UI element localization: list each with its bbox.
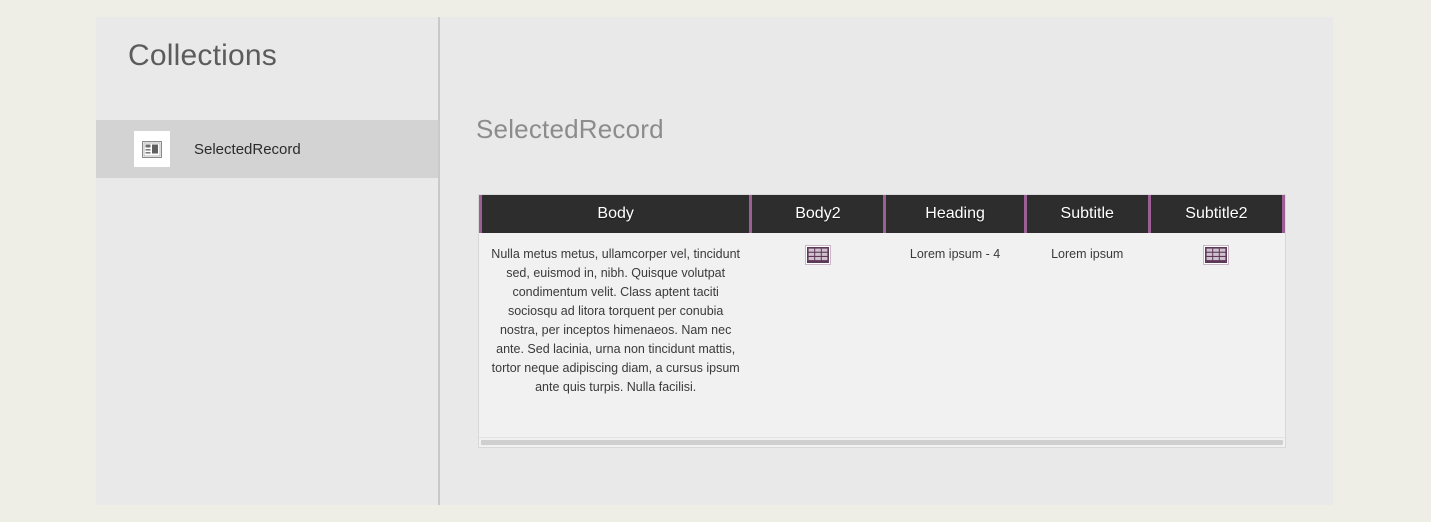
collection-data-table: Body Body2 Heading Subtitle Subtitle2 Nu… <box>478 194 1286 448</box>
table-horizontal-scrollbar[interactable] <box>479 437 1285 447</box>
column-header-subtitle2[interactable]: Subtitle2 <box>1147 195 1286 233</box>
cell-heading: Lorem ipsum - 4 <box>884 233 1026 411</box>
table-row-spacer <box>480 411 1284 437</box>
collection-name-heading: SelectedRecord <box>476 114 664 144</box>
page-title: Collections <box>128 39 277 72</box>
column-header-subtitle[interactable]: Subtitle <box>1023 195 1150 233</box>
table-row[interactable]: Nulla metus metus, ullamcorper vel, tinc… <box>480 233 1284 411</box>
table-grid-icon[interactable] <box>761 245 875 265</box>
scrollbar-thumb[interactable] <box>481 440 1283 445</box>
sidebar-item-selectedrecord[interactable]: SelectedRecord <box>96 120 438 178</box>
sidebar-item-label: SelectedRecord <box>194 140 301 158</box>
column-header-heading[interactable]: Heading <box>883 195 1026 233</box>
collections-panel: Collections SelectedRecord SelectedRecor… <box>96 17 1333 505</box>
data-grid: Body Body2 Heading Subtitle Subtitle2 Nu… <box>478 195 1286 437</box>
collections-sidebar: Collections SelectedRecord <box>96 17 440 505</box>
cell-subtitle2[interactable] <box>1149 233 1284 411</box>
column-header-body[interactable]: Body <box>478 195 751 233</box>
cell-body: Nulla metus metus, ullamcorper vel, tinc… <box>480 233 751 411</box>
cell-body2[interactable] <box>750 233 885 411</box>
collection-detail-pane: SelectedRecord Body Body2 Heading Subtit… <box>440 17 1333 505</box>
table-grid-icon[interactable] <box>1159 245 1273 265</box>
column-header-body2[interactable]: Body2 <box>749 195 885 233</box>
table-header-row: Body Body2 Heading Subtitle Subtitle2 <box>478 195 1286 233</box>
record-card-icon <box>134 131 170 167</box>
cell-subtitle: Lorem ipsum <box>1025 233 1150 411</box>
